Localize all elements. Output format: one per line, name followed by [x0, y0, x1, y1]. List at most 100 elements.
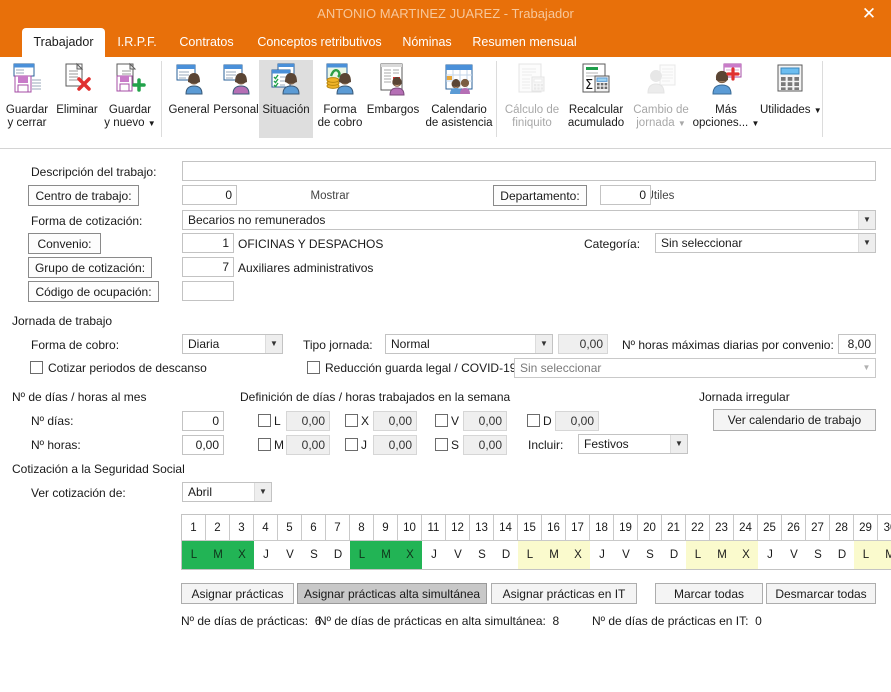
reduccion-guarda-legal-checkbox[interactable]: [307, 361, 320, 374]
calendar-day-column[interactable]: 25 J: [758, 515, 782, 569]
calendar-day-cell[interactable]: L: [518, 541, 542, 569]
weekday-checkbox-X[interactable]: [345, 414, 358, 427]
calendar-day-cell[interactable]: S: [470, 541, 494, 569]
calendar-day-column[interactable]: 28 D: [830, 515, 854, 569]
n-dias-input[interactable]: [182, 411, 224, 431]
calendar-day-column[interactable]: 11 J: [422, 515, 446, 569]
calendar-day-column[interactable]: 6S: [302, 515, 326, 569]
calendar-day-cell[interactable]: M: [374, 541, 398, 569]
ribbon-button-embargos[interactable]: Embargos: [364, 60, 422, 138]
desmarcar-todas-button[interactable]: Desmarcar todas: [766, 583, 876, 604]
calendar-day-column[interactable]: 16 M: [542, 515, 566, 569]
horas-maximas-input[interactable]: [838, 334, 876, 354]
calendar-day-cell[interactable]: D: [494, 541, 518, 569]
weekday-checkbox-S[interactable]: [435, 438, 448, 451]
convenio-input[interactable]: [182, 233, 234, 253]
calendar-day-cell[interactable]: S: [302, 541, 326, 569]
calendar-day-column[interactable]: 1L: [182, 515, 206, 569]
calendar-day-column[interactable]: 10 X: [398, 515, 422, 569]
calendar-day-cell[interactable]: M: [878, 541, 891, 569]
asignar-practicas-alta-simultanea-button[interactable]: Asignar prácticas alta simultánea: [297, 583, 487, 604]
departamento-input[interactable]: [600, 185, 651, 205]
weekday-checkbox-J[interactable]: [345, 438, 358, 451]
centro-trabajo-button[interactable]: Centro de trabajo:: [28, 185, 139, 206]
chevron-down-icon[interactable]: ▼: [678, 119, 686, 128]
chevron-down-icon[interactable]: ▼: [148, 119, 156, 128]
tab-i-r-p-f[interactable]: I.R.P.F.: [108, 28, 166, 57]
marcar-todas-button[interactable]: Marcar todas: [655, 583, 763, 604]
calendar-day-column[interactable]: 13 S: [470, 515, 494, 569]
calendar-day-cell[interactable]: J: [758, 541, 782, 569]
calendar-day-column[interactable]: 17 X: [566, 515, 590, 569]
calendar-day-column[interactable]: 24 X: [734, 515, 758, 569]
calendar-day-column[interactable]: 3X: [230, 515, 254, 569]
calendar-day-cell[interactable]: L: [854, 541, 878, 569]
calendar-day-cell[interactable]: J: [590, 541, 614, 569]
ribbon-button-mas-opciones[interactable]: Más opciones... ▼: [692, 60, 760, 138]
calendar-day-column[interactable]: 29 L: [854, 515, 878, 569]
ribbon-button-calendario-de-asistencia[interactable]: Calendario de asistencia: [418, 60, 500, 138]
calendar-day-cell[interactable]: D: [830, 541, 854, 569]
cotizacion-calendar[interactable]: 1 L 2 M 3 X 4 J 5 V 6 S 7 D 8 L 9 M 10 X 11 J 12 V 13 S 14 D 15 L 16 M 1…: [181, 514, 891, 570]
calendar-day-cell[interactable]: V: [446, 541, 470, 569]
calendar-day-cell[interactable]: X: [734, 541, 758, 569]
tipo-jornada-select[interactable]: Normal ▼: [385, 334, 553, 354]
calendar-day-column[interactable]: 14 D: [494, 515, 518, 569]
asignar-practicas-en-it-button[interactable]: Asignar prácticas en IT: [491, 583, 637, 604]
weekday-checkbox-D[interactable]: [527, 414, 540, 427]
calendar-day-cell[interactable]: X: [398, 541, 422, 569]
calendar-day-cell[interactable]: D: [326, 541, 350, 569]
weekday-checkbox-M[interactable]: [258, 438, 271, 451]
calendar-day-column[interactable]: 9M: [374, 515, 398, 569]
convenio-button[interactable]: Convenio:: [28, 233, 101, 254]
chevron-down-icon[interactable]: ▼: [751, 119, 759, 128]
ribbon-button-guardar-y-nuevo[interactable]: Guardar y nuevo ▼: [102, 60, 158, 138]
ribbon-button-recalcular-acumulado[interactable]: Σ Recalcular acumulado: [564, 60, 628, 138]
grupo-cotizacion-button[interactable]: Grupo de cotización:: [28, 257, 152, 278]
descripcion-trabajo-input[interactable]: [182, 161, 876, 181]
calendar-day-cell[interactable]: M: [542, 541, 566, 569]
tab-trabajador[interactable]: Trabajador: [22, 28, 105, 57]
codigo-ocupacion-button[interactable]: Código de ocupación:: [28, 281, 159, 302]
calendar-day-cell[interactable]: L: [686, 541, 710, 569]
codigo-ocupacion-input[interactable]: [182, 281, 234, 301]
calendar-day-column[interactable]: 5V: [278, 515, 302, 569]
incluir-select[interactable]: Festivos ▼: [578, 434, 688, 454]
calendar-day-cell[interactable]: S: [638, 541, 662, 569]
calendar-day-column[interactable]: 7D: [326, 515, 350, 569]
calendar-day-column[interactable]: 27 S: [806, 515, 830, 569]
calendar-day-cell[interactable]: L: [350, 541, 374, 569]
chevron-down-icon[interactable]: ▼: [814, 106, 822, 115]
centro-trabajo-input[interactable]: [182, 185, 237, 205]
calendar-day-column[interactable]: 2M: [206, 515, 230, 569]
calendar-day-column[interactable]: 12 V: [446, 515, 470, 569]
calendar-day-column[interactable]: 4J: [254, 515, 278, 569]
ribbon-button-forma-de-cobro[interactable]: Forma de cobro: [313, 60, 367, 138]
calendar-day-column[interactable]: 26 V: [782, 515, 806, 569]
ribbon-button-personal[interactable]: Personal: [211, 60, 261, 138]
calendar-day-cell[interactable]: X: [566, 541, 590, 569]
calendar-day-column[interactable]: 30M: [878, 515, 891, 569]
calendar-day-column[interactable]: 22 L: [686, 515, 710, 569]
calendar-day-cell[interactable]: M: [206, 541, 230, 569]
ver-calendario-trabajo-button[interactable]: Ver calendario de trabajo: [713, 409, 876, 431]
calendar-day-column[interactable]: 20 S: [638, 515, 662, 569]
calendar-day-cell[interactable]: M: [710, 541, 734, 569]
n-horas-input[interactable]: [182, 435, 224, 455]
calendar-day-cell[interactable]: J: [422, 541, 446, 569]
calendar-day-cell[interactable]: J: [254, 541, 278, 569]
ribbon-button-general[interactable]: General: [165, 60, 213, 138]
ver-cotizacion-select[interactable]: Abril ▼: [182, 482, 272, 502]
asignar-practicas-button[interactable]: Asignar prácticas: [181, 583, 294, 604]
calendar-day-column[interactable]: 19 V: [614, 515, 638, 569]
forma-cotizacion-select[interactable]: Becarios no remunerados ▼: [182, 210, 876, 230]
calendar-day-column[interactable]: 15 L: [518, 515, 542, 569]
calendar-day-cell[interactable]: L: [182, 541, 206, 569]
calendar-day-column[interactable]: 18 J: [590, 515, 614, 569]
cotizar-descanso-checkbox[interactable]: [30, 361, 43, 374]
categoria-select[interactable]: Sin seleccionar ▼: [655, 233, 876, 253]
calendar-day-cell[interactable]: X: [230, 541, 254, 569]
close-icon[interactable]: ✕: [847, 0, 891, 28]
ribbon-button-utilidades[interactable]: Utilidades ▼: [760, 60, 822, 138]
ribbon-button-eliminar[interactable]: Eliminar: [52, 60, 102, 138]
